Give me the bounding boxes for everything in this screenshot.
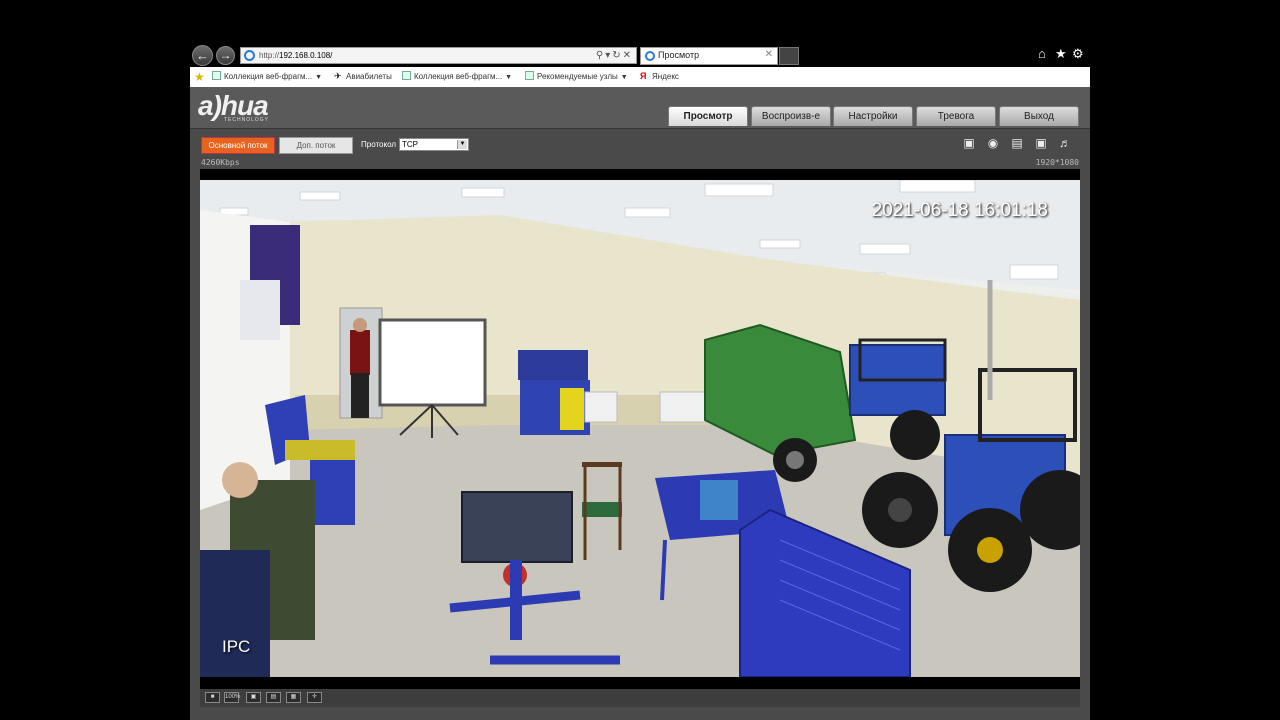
back-arrow-icon[interactable]: ← bbox=[192, 45, 213, 66]
workshop-scene bbox=[200, 180, 1080, 677]
page-icon bbox=[402, 71, 411, 80]
tab-alarm[interactable]: Тревога bbox=[916, 106, 996, 126]
favorite-item[interactable]: Я Яндекс bbox=[640, 71, 679, 81]
tab-logout[interactable]: Выход bbox=[999, 106, 1079, 126]
favorites-bar: ★ Коллекция веб-фрагм... ▼ ✈ Авиабилеты Ко… bbox=[190, 67, 1090, 87]
record-icon[interactable]: ◉ bbox=[984, 136, 1002, 151]
home-icon[interactable]: ⌂ bbox=[1038, 46, 1046, 61]
camera-video-feed[interactable]: 2021-06-18 16:01:18 IPC bbox=[200, 180, 1080, 677]
ptz-icon[interactable]: ✛ bbox=[307, 692, 322, 703]
favorite-item[interactable]: Коллекция веб-фрагм... ▼ bbox=[212, 71, 322, 81]
refresh-icon[interactable]: ↻ bbox=[612, 50, 622, 61]
close-icon[interactable]: ✕ bbox=[623, 50, 633, 61]
favorite-label: Коллекция веб-фрагм... bbox=[224, 72, 313, 81]
tab-page-icon bbox=[645, 51, 655, 61]
sub-stream-button[interactable]: Доп. поток bbox=[279, 137, 353, 154]
fullscreen-icon[interactable]: ▦ bbox=[286, 692, 301, 703]
protocol-value: TCP bbox=[402, 140, 418, 149]
favorite-item[interactable]: Рекомендуемые узлы ▼ bbox=[525, 71, 628, 81]
dropdown-icon[interactable]: ▼ bbox=[505, 74, 512, 81]
airplane-icon: ✈ bbox=[334, 71, 342, 81]
favorite-label: Рекомендуемые узлы bbox=[537, 72, 618, 81]
favorite-label: Авиабилеты bbox=[346, 72, 392, 81]
browser-toolbar: ← → http://192.168.0.108/ ⚲▾↻✕ Просмотр … bbox=[190, 44, 1090, 67]
video-frame: 2021-06-18 16:01:18 IPC bbox=[200, 169, 1080, 689]
new-tab-button[interactable] bbox=[779, 47, 799, 65]
url-prefix: http:// bbox=[259, 51, 280, 60]
app-header: a)hua TECHNOLOGY Просмотр Воспроизв-е На… bbox=[190, 87, 1090, 129]
address-tools[interactable]: ⚲▾↻✕ bbox=[596, 48, 633, 63]
fit-window-icon[interactable]: ■ bbox=[205, 692, 220, 703]
camera-icon[interactable]: ▣ bbox=[1032, 136, 1050, 151]
gear-icon[interactable]: ⚙ bbox=[1072, 46, 1084, 62]
page-icon bbox=[212, 71, 221, 80]
dropdown-icon[interactable]: ▼ bbox=[621, 74, 628, 81]
favorite-item[interactable]: ✈ Авиабилеты bbox=[334, 71, 392, 81]
favorite-item[interactable]: Коллекция веб-фрагм... ▼ bbox=[402, 71, 512, 81]
favorite-label: Яндекс bbox=[652, 72, 679, 81]
address-text: http://192.168.0.108/ bbox=[259, 49, 332, 63]
zoom-icon[interactable]: ▤ bbox=[1008, 136, 1026, 151]
tab-settings[interactable]: Настройки bbox=[833, 106, 913, 126]
stream-controls: Основной поток Доп. поток Протокол TCP ▼ … bbox=[190, 129, 1090, 167]
favorites-icon[interactable]: ★ bbox=[194, 70, 205, 84]
dahua-logo: a)hua bbox=[198, 90, 269, 121]
aspect-ratio-icon[interactable]: ▣ bbox=[246, 692, 261, 703]
search-icon[interactable]: ⚲ bbox=[596, 50, 605, 61]
tab-preview[interactable]: Просмотр bbox=[668, 106, 748, 126]
zoom-100-button[interactable]: 100% bbox=[224, 692, 240, 703]
tab-playback[interactable]: Воспроизв-е bbox=[751, 106, 831, 126]
forward-arrow-icon[interactable]: → bbox=[216, 46, 235, 65]
video-channel-name: IPC bbox=[222, 637, 251, 656]
tab-close-icon[interactable]: ✕ bbox=[765, 49, 773, 60]
video-timestamp: 2021-06-18 16:01:18 bbox=[871, 200, 1048, 221]
ie-page-icon bbox=[244, 50, 255, 61]
protocol-select[interactable]: TCP ▼ bbox=[399, 138, 469, 151]
logo-subtitle: TECHNOLOGY bbox=[224, 117, 270, 123]
dropdown-icon[interactable]: ▼ bbox=[315, 74, 322, 81]
main-stream-button[interactable]: Основной поток bbox=[201, 137, 275, 154]
favorite-label: Коллекция веб-фрагм... bbox=[414, 72, 503, 81]
bitrate-readout: 4260Kbps bbox=[201, 158, 240, 167]
video-toolbar: ■ 100% ▣ ▤ ▦ ✛ bbox=[200, 689, 1080, 707]
url-host: 192.168.0.108/ bbox=[279, 51, 333, 60]
resolution-readout: 1920*1080 bbox=[1035, 158, 1079, 167]
browser-tab[interactable]: Просмотр ✕ bbox=[640, 47, 778, 65]
snapshot-icon[interactable]: ▣ bbox=[960, 136, 978, 151]
original-size-icon[interactable]: ▤ bbox=[266, 692, 281, 703]
tab-title: Просмотр bbox=[658, 50, 700, 60]
yandex-icon: Я bbox=[640, 71, 647, 81]
chevron-down-icon[interactable]: ▼ bbox=[457, 140, 467, 149]
audio-icon[interactable]: ♬ bbox=[1056, 136, 1074, 151]
favorites-star-icon[interactable]: ★ bbox=[1055, 46, 1067, 62]
address-bar[interactable]: http://192.168.0.108/ ⚲▾↻✕ bbox=[240, 47, 637, 64]
protocol-label: Протокол bbox=[361, 140, 397, 149]
camera-web-app: a)hua TECHNOLOGY Просмотр Воспроизв-е На… bbox=[190, 87, 1090, 720]
page-icon bbox=[525, 71, 534, 80]
